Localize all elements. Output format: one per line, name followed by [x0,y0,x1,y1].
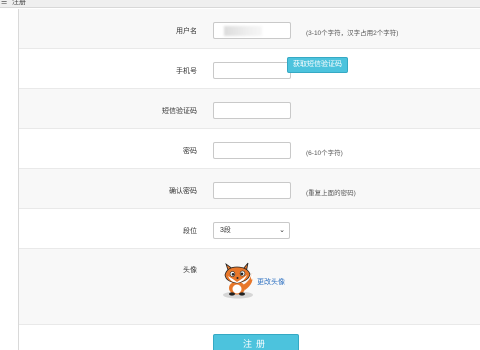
confirm-password-hint: (重复上面的密码) [306,190,356,197]
username-hint: (3-10个字符，汉字占用2个字符) [306,30,399,37]
level-label: 段位 [183,228,197,235]
header-bar: ☰ 注册 [0,0,480,8]
username-input[interactable] [213,22,291,39]
password-row: 密码 (6-10个字符) [19,129,480,169]
fox-avatar-image [223,262,253,299]
avatar-label: 头像 [183,267,197,274]
chevron-down-icon: ⌄ [279,227,285,234]
submit-row: 注册 [19,325,480,350]
username-value-blurred [224,26,262,36]
sms-code-row: 短信验证码 [19,89,480,129]
sms-code-label: 短信验证码 [162,108,197,115]
phone-row: 手机号 [19,49,480,89]
password-input[interactable] [213,142,291,159]
password-label: 密码 [183,148,197,155]
confirm-password-input[interactable] [213,182,291,199]
confirm-password-row: 确认密码 (重复上面的密码) [19,169,480,209]
password-hint: (6-10个字符) [306,150,343,157]
register-button[interactable]: 注册 [213,334,299,350]
level-select[interactable]: 3段 ⌄ [213,222,290,239]
change-avatar-link[interactable]: 更改头像 [257,277,285,287]
level-row: 段位 3段 ⌄ [19,209,480,249]
sms-code-input[interactable] [213,102,291,119]
get-sms-code-button[interactable]: 获取短信验证码 [287,57,348,73]
page-title: 注册 [12,0,26,6]
level-selected-value: 3段 [220,227,231,234]
username-label: 用户名 [176,28,197,35]
avatar-row: 头像 更改头像 [19,249,480,325]
registration-form: 用户名 (3-10个字符，汉字占用2个字符) 手机号 短信验证码 密码 (6-1… [19,9,480,350]
list-icon: ☰ [1,0,8,6]
confirm-password-label: 确认密码 [169,188,197,195]
username-row: 用户名 (3-10个字符，汉字占用2个字符) [19,9,480,49]
phone-label: 手机号 [176,68,197,75]
phone-input[interactable] [213,62,291,79]
